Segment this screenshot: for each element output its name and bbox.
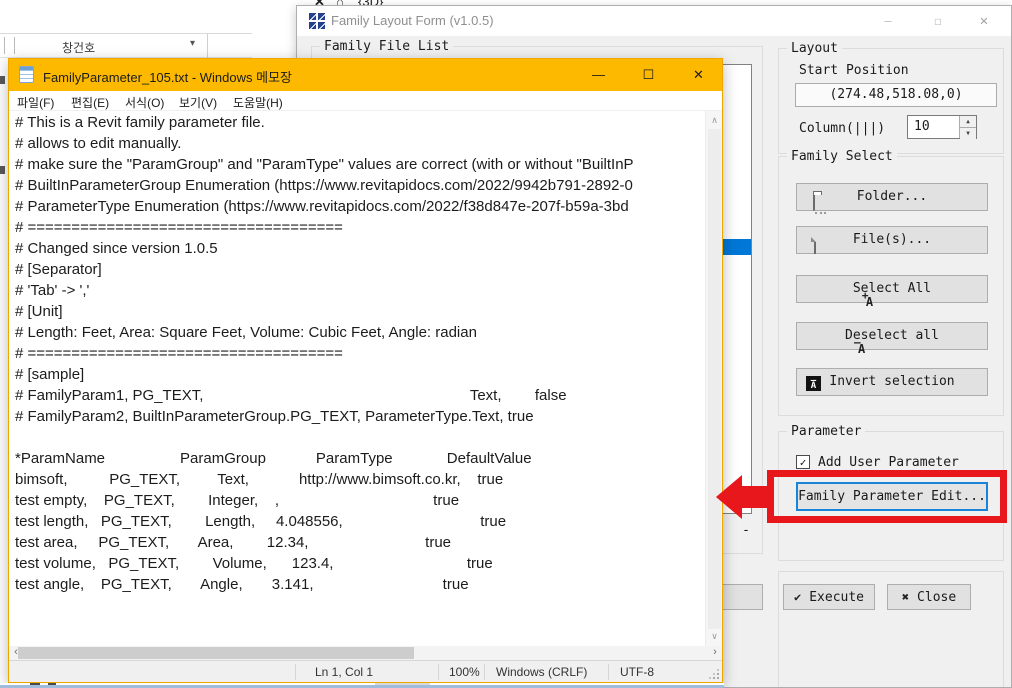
file-icon (806, 233, 822, 254)
notepad-window: FamilyParameter_105.txt - Windows 메모장 — … (8, 58, 723, 683)
horizontal-scrollbar[interactable]: ‹ › (9, 646, 722, 660)
status-divider (484, 664, 485, 680)
notepad-statusbar: Ln 1, Col 1 100% Windows (CRLF) UTF-8 (9, 660, 722, 682)
start-position-label: Start Position (799, 63, 909, 78)
close-button[interactable]: ✖ Close (887, 584, 971, 610)
close-button-label: Close (917, 589, 957, 605)
cursor-position-status: Ln 1, Col 1 (315, 665, 374, 679)
status-divider (295, 664, 296, 680)
select-all-button[interactable]: + A Select All (796, 275, 988, 309)
vertical-scrollbar[interactable]: ∧ ∨ (705, 111, 722, 646)
menu-edit[interactable]: 편집(E) (71, 94, 109, 111)
notepad-text[interactable]: # This is a Revit family parameter file.… (15, 112, 634, 595)
scroll-down-icon[interactable]: ∨ (706, 631, 723, 642)
invert-selection-button[interactable]: – A Invert selection (796, 368, 988, 396)
spinner-down-icon[interactable]: ▼ (960, 128, 976, 139)
resize-grip[interactable] (717, 677, 719, 679)
family-select-group: Family Select Folder... File(s)... + A Se… (778, 149, 1004, 416)
file-count-text: - (742, 523, 750, 538)
toolbar-dropdown-label: 창건호 (62, 41, 96, 55)
folder-button-label: Folder... (856, 189, 928, 204)
menu-view[interactable]: 보기(V) (179, 94, 217, 111)
family-select-group-label: Family Select (787, 149, 897, 164)
chevron-down-icon[interactable]: ▾ (190, 38, 195, 49)
notepad-titlebar: FamilyParameter_105.txt - Windows 메모장 — … (9, 59, 722, 91)
toolbar-divider (14, 37, 15, 54)
notepad-menubar: 파일(F) 편집(E) 서식(O) 보기(V) 도움말(H) (9, 91, 722, 111)
folder-button[interactable]: Folder... (796, 183, 988, 211)
invert-selection-icon: – A (806, 375, 822, 391)
app-icon (309, 13, 325, 29)
background-window-fragment (0, 166, 5, 174)
column-stepper[interactable]: 10 ▲ ▼ (907, 115, 977, 139)
vertical-scroll-thumb[interactable] (708, 129, 721, 629)
menu-help[interactable]: 도움말(H) (233, 94, 283, 111)
status-divider (438, 664, 439, 680)
minimize-icon[interactable]: — (865, 6, 911, 36)
files-button[interactable]: File(s)... (796, 226, 988, 254)
toolbar-divider (4, 37, 5, 54)
notepad-text-area[interactable]: # This is a Revit family parameter file.… (9, 111, 706, 646)
menu-format[interactable]: 서식(O) (125, 94, 164, 111)
column-value[interactable]: 10 (914, 119, 930, 134)
start-position-field[interactable]: (274.48,518.08,0) (795, 83, 997, 107)
family-file-list-label: Family File List (320, 39, 454, 54)
form-titlebar: Family Layout Form (v1.0.5) — ◻ ✕ (297, 6, 1011, 36)
layout-group: Layout Start Position (274.48,518.08,0) … (778, 41, 1004, 154)
folder-icon (806, 190, 822, 211)
status-divider (608, 664, 609, 680)
close-icon[interactable]: ✕ (961, 6, 1007, 36)
checkmark-icon: ✔ (793, 589, 802, 604)
add-user-parameter-label: Add User Parameter (818, 455, 959, 470)
annotation-highlight-rectangle (767, 470, 1007, 523)
annotation-arrow-icon (716, 475, 769, 519)
menu-file[interactable]: 파일(F) (17, 94, 54, 111)
invert-selection-button-label: Invert selection (829, 374, 955, 389)
column-label: Column(|||) (799, 121, 886, 136)
line-ending-status: Windows (CRLF) (496, 665, 588, 679)
add-user-parameter-checkbox[interactable]: ✓ (796, 455, 810, 469)
encoding-status: UTF-8 (620, 665, 654, 679)
layout-group-label: Layout (787, 41, 842, 56)
notepad-window-title: FamilyParameter_105.txt - Windows 메모장 (43, 70, 293, 85)
minimize-icon[interactable]: — (575, 59, 622, 91)
background-window-fragment (0, 76, 5, 84)
revit-toolbar-fragment: 창건호 ▾ (0, 33, 252, 59)
execute-button[interactable]: ✔ Execute (783, 584, 875, 610)
maximize-icon[interactable]: ◻ (915, 6, 961, 36)
x-icon: ✖ (901, 589, 910, 604)
parameter-group-label: Parameter (787, 424, 866, 439)
spinner-up-icon[interactable]: ▲ (960, 116, 976, 128)
maximize-icon[interactable]: ☐ (625, 59, 672, 91)
screen: ✕ ⌂ {3D} 창건호 ▾ Family Layout Form (v1.0.… (0, 0, 1012, 688)
close-icon[interactable]: ✕ (675, 59, 722, 91)
form-window-title: Family Layout Form (v1.0.5) (331, 13, 494, 28)
deselect-all-button[interactable]: – A Deselect all (796, 322, 988, 356)
execute-button-label: Execute (809, 589, 865, 605)
scroll-up-icon[interactable]: ∧ (706, 115, 723, 126)
horizontal-scroll-thumb[interactable] (18, 647, 414, 659)
notepad-icon (19, 66, 34, 83)
zoom-level-status: 100% (449, 665, 480, 679)
scroll-right-icon[interactable]: › (708, 646, 722, 660)
files-button-label: File(s)... (852, 232, 932, 247)
toolbar-divider (207, 34, 208, 59)
